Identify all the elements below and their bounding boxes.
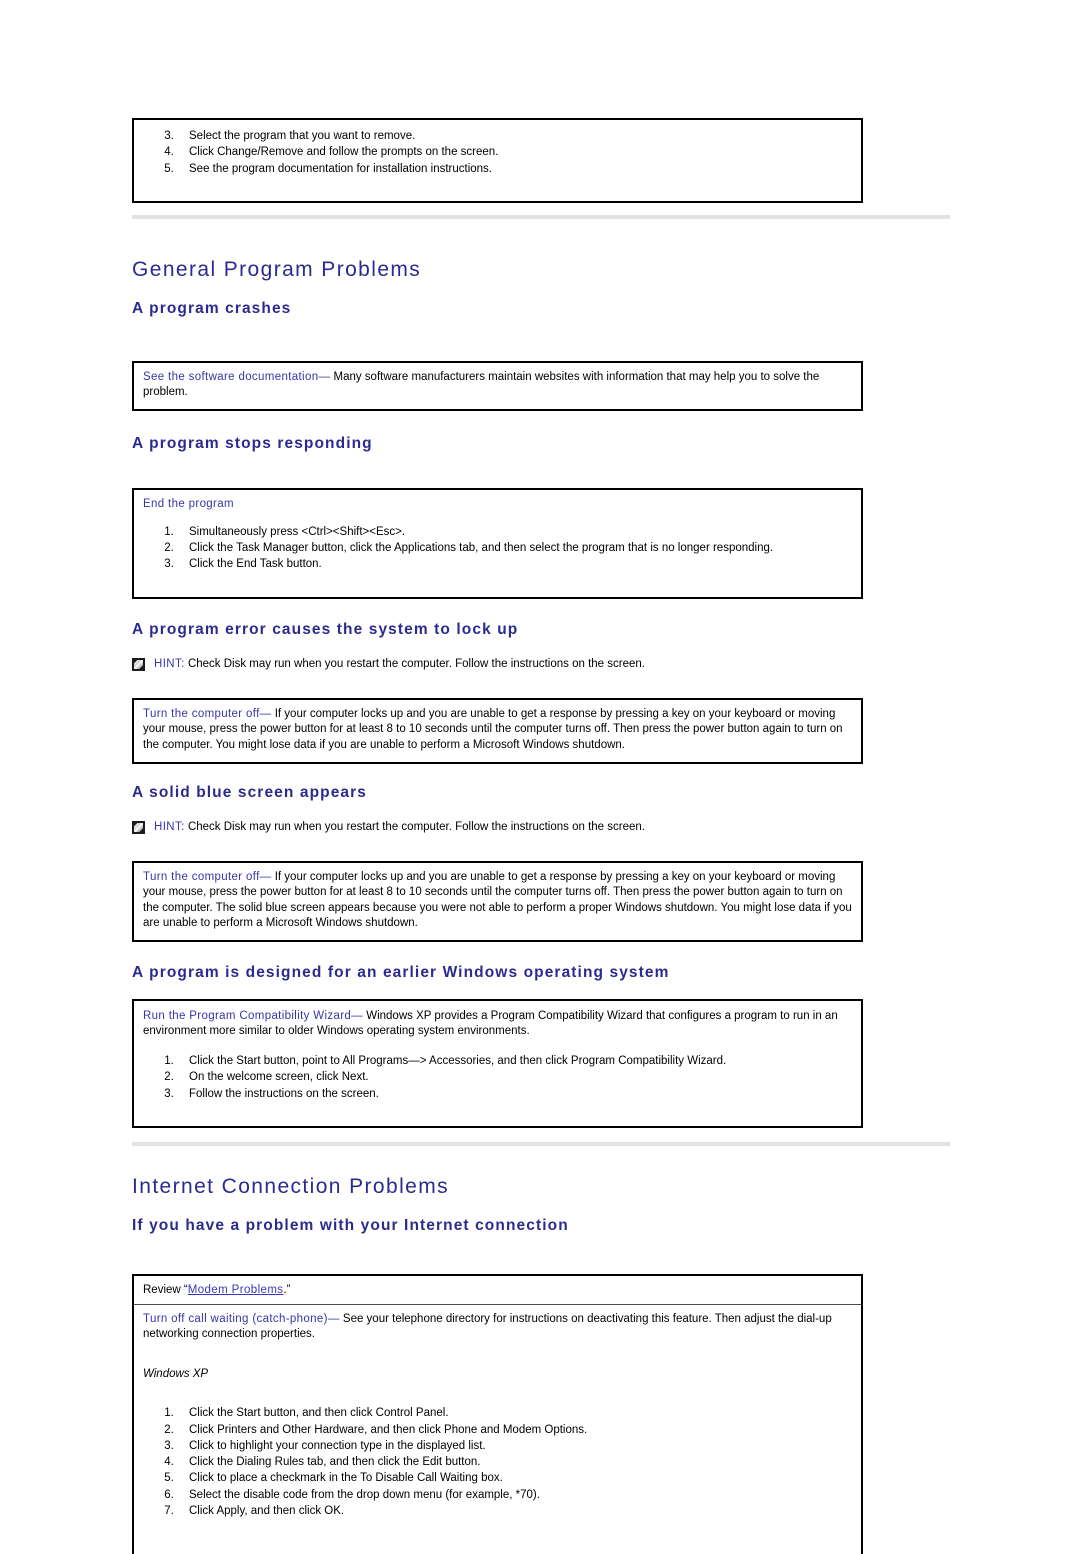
list-item: Click Apply, and then click OK.: [177, 1503, 852, 1519]
document-page: Select the program that you want to remo…: [0, 0, 1080, 1554]
list-item: On the welcome screen, click Next.: [177, 1069, 852, 1085]
turn-the-computer-off-box-lockup: Turn the computer off— If your computer …: [132, 698, 863, 764]
see-software-documentation-box: See the software documentation— Many sof…: [132, 360, 863, 412]
hint-body: Check Disk may run when you restart the …: [184, 658, 645, 671]
run-compatibility-wizard-text: Run the Program Compatibility Wizard— Wi…: [143, 1009, 852, 1039]
hint-row-blue-screen: HINT: Check Disk may run when you restar…: [132, 820, 863, 835]
review-suffix: .”: [283, 1283, 291, 1296]
review-prefix: Review “: [143, 1283, 188, 1296]
see-software-documentation-text: See the software documentation— Many sof…: [143, 370, 852, 400]
list-item: Click the Start button, point to All Pro…: [177, 1053, 852, 1069]
em-dash: —: [327, 1312, 340, 1325]
heading-program-error-locks-system: A program error causes the system to loc…: [132, 620, 519, 638]
runin-heading: Turn off call waiting (catch-phone): [143, 1312, 328, 1325]
heading-a-program-stops-responding: A program stops responding: [132, 435, 373, 453]
runin-heading: Turn the computer off: [143, 871, 260, 884]
hint-text-wrapper: HINT: Check Disk may run when you restar…: [154, 657, 645, 672]
box-title-end-the-program: End the program: [143, 497, 234, 510]
list-item: Simultaneously press <Ctrl><Shift><Esc>.: [177, 524, 852, 540]
em-dash: —: [351, 1009, 364, 1022]
program-compatibility-wizard-box: Run the Program Compatibility Wizard— Wi…: [132, 998, 863, 1128]
note-pencil-icon: [132, 658, 145, 672]
list-item: Follow the instructions on the screen.: [177, 1086, 852, 1102]
hint-label: HINT:: [154, 658, 185, 671]
heading-problem-with-internet-connection: If you have a problem with your Internet…: [132, 1217, 569, 1235]
em-dash: —: [259, 708, 272, 721]
remove-program-steps-list: Select the program that you want to remo…: [143, 128, 852, 177]
call-waiting-steps-list: Click the Start button, and then click C…: [143, 1405, 852, 1519]
list-item: Click to highlight your connection type …: [177, 1438, 852, 1454]
turn-the-computer-off-box-bluescreen: Turn the computer off— If your computer …: [132, 861, 863, 942]
end-the-program-box: End the program Simultaneously press <Ct…: [132, 487, 863, 599]
list-item: Select the disable code from the drop do…: [177, 1487, 852, 1503]
hint-body: Check Disk may run when you restart the …: [184, 821, 645, 834]
runin-heading: Turn the computer off: [143, 708, 260, 721]
em-dash: —: [318, 370, 331, 383]
in-box-divider: [134, 1303, 861, 1305]
heading-earlier-windows-operating-system: A program is designed for an earlier Win…: [132, 963, 670, 981]
list-item: Click Change/Remove and follow the promp…: [177, 144, 852, 160]
list-item: Click Printers and Other Hardware, and t…: [177, 1422, 852, 1438]
hint-row-lock-up: HINT: Check Disk may run when you restar…: [132, 657, 863, 672]
os-label-windows-xp: Windows XP: [143, 1367, 209, 1380]
list-item: Click the End Task button.: [177, 556, 852, 572]
turn-computer-off-text: Turn the computer off— If your computer …: [143, 707, 852, 753]
compatibility-wizard-steps-list: Click the Start button, point to All Pro…: [143, 1053, 852, 1102]
list-item: Click the Start button, and then click C…: [177, 1405, 852, 1421]
list-item: Click the Task Manager button, click the…: [177, 540, 852, 556]
list-item: Select the program that you want to remo…: [177, 128, 852, 144]
internet-connection-box: Review “Modem Problems.” Turn off call w…: [132, 1273, 863, 1554]
runin-heading: See the software documentation: [143, 370, 319, 383]
heading-solid-blue-screen: A solid blue screen appears: [132, 783, 368, 801]
page-title-internet-connection-problems: Internet Connection Problems: [132, 1174, 450, 1198]
review-modem-problems-row: Review “Modem Problems.”: [143, 1283, 852, 1298]
remove-program-steps-box: Select the program that you want to remo…: [132, 118, 863, 203]
hint-label: HINT:: [154, 821, 185, 834]
end-the-program-steps-list: Simultaneously press <Ctrl><Shift><Esc>.…: [143, 524, 852, 573]
list-item: Click to place a checkmark in the To Dis…: [177, 1470, 852, 1486]
heading-a-program-crashes: A program crashes: [132, 300, 292, 318]
list-item: See the program documentation for instal…: [177, 161, 852, 177]
turn-off-call-waiting-text: Turn off call waiting (catch-phone)— See…: [143, 1312, 852, 1342]
em-dash: —: [259, 871, 272, 884]
runin-heading: Run the Program Compatibility Wizard: [143, 1009, 352, 1022]
list-item: Click the Dialing Rules tab, and then cl…: [177, 1454, 852, 1470]
note-pencil-icon: [132, 821, 145, 835]
modem-problems-link[interactable]: Modem Problems: [188, 1284, 284, 1296]
hint-text-wrapper: HINT: Check Disk may run when you restar…: [154, 820, 645, 835]
turn-computer-off-text: Turn the computer off— If your computer …: [143, 870, 852, 931]
document-content: Select the program that you want to remo…: [132, 118, 950, 1554]
page-title-general-program-problems: General Program Problems: [132, 257, 422, 281]
